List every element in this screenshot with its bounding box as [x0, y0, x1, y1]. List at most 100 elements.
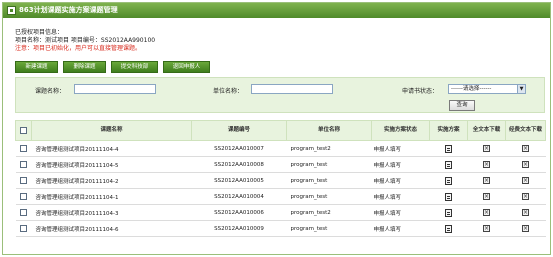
row-checkbox[interactable] — [20, 209, 27, 216]
main-panel: 863计划课题实施方案课题管理 已授权项目信息： 项目名称：测试项目 项目编号：… — [2, 2, 551, 255]
row-checkbox[interactable] — [20, 145, 27, 152]
fulltext-cell: × — [467, 172, 506, 189]
warning-text: 注意：项目已初始化，用户可以直接管理课题。 — [15, 45, 142, 52]
col-unit-name: 单位名称 — [286, 120, 372, 141]
page-title: 863计划课题实施方案课题管理 — [19, 6, 118, 14]
search-panel: 课题名称： 单位名称： 申请书状态： ------请选择------ ▼ 查询 — [15, 77, 545, 113]
plan-cell — [429, 156, 468, 173]
delete-topic-button[interactable]: 删除课题 — [63, 61, 106, 73]
table-row[interactable]: 咨询管理组测试项目20111104-3 SS2012AA010006 program… — [15, 204, 546, 221]
unit-name-input[interactable] — [251, 84, 333, 94]
status-selected-value: ------请选择------ — [451, 86, 492, 92]
topic-name-input[interactable] — [74, 84, 156, 94]
chevron-down-icon[interactable]: ▼ — [517, 85, 525, 93]
col-topic-code: 课题编号 — [191, 120, 287, 141]
topic-name-cell: 咨询管理组测试项目20111104-3 — [31, 204, 192, 221]
row-checkbox[interactable] — [20, 177, 27, 184]
fulltext-download-icon[interactable]: × — [483, 209, 490, 216]
window-icon — [7, 6, 16, 15]
plan-status-cell: 申报人填写 — [371, 188, 430, 205]
title-bar: 863计划课题实施方案课题管理 — [3, 3, 550, 18]
new-topic-button[interactable]: 新建课题 — [15, 61, 58, 73]
select-all-header — [15, 120, 32, 141]
topic-name-cell: 咨询管理组测试项目20111104-5 — [31, 156, 192, 173]
topic-code-cell: SS2012AA010007 — [191, 140, 287, 157]
budget-cell: × — [505, 220, 546, 237]
budget-cell: × — [505, 188, 546, 205]
table-row[interactable]: 咨询管理组测试项目20111104-6 SS2012AA010009 program… — [15, 220, 546, 237]
unit-name-cell: program_test — [286, 188, 372, 205]
topic-name-cell: 咨询管理组测试项目20111104-2 — [31, 172, 192, 189]
budget-download-icon[interactable]: × — [522, 209, 529, 216]
return-applicant-button[interactable]: 退回申报人 — [163, 61, 210, 73]
table-row[interactable]: 咨询管理组测试项目20111104-5 SS2012AA010008 program… — [15, 156, 546, 173]
fulltext-download-icon[interactable]: × — [483, 193, 490, 200]
plan-status-cell: 申报人填写 — [371, 156, 430, 173]
fulltext-download-icon[interactable]: × — [483, 177, 490, 184]
unit-name-cell: program_test2 — [286, 140, 372, 157]
budget-download-icon[interactable]: × — [522, 177, 529, 184]
status-select[interactable]: ------请选择------ ▼ — [448, 84, 526, 94]
plan-status-cell: 申报人填写 — [371, 220, 430, 237]
status-label: 申请书状态： — [402, 88, 439, 95]
info-heading: 已授权项目信息： — [15, 29, 64, 36]
unit-name-cell: program_test — [286, 156, 372, 173]
fulltext-download-icon[interactable]: × — [483, 225, 490, 232]
row-checkbox[interactable] — [20, 161, 27, 168]
edit-plan-icon[interactable] — [445, 224, 452, 233]
fulltext-cell: × — [467, 220, 506, 237]
budget-download-icon[interactable]: × — [522, 161, 529, 168]
edit-plan-icon[interactable] — [445, 160, 452, 169]
budget-download-icon[interactable]: × — [522, 193, 529, 200]
fulltext-download-icon[interactable]: × — [483, 145, 490, 152]
plan-status-cell: 申报人填写 — [371, 172, 430, 189]
query-button[interactable]: 查询 — [449, 100, 475, 111]
edit-plan-icon[interactable] — [445, 176, 452, 185]
edit-plan-icon[interactable] — [445, 192, 452, 201]
budget-cell: × — [505, 172, 546, 189]
budget-cell: × — [505, 156, 546, 173]
row-select-cell — [15, 140, 32, 157]
col-topic-name: 课题名称 — [31, 120, 192, 141]
fulltext-cell: × — [467, 140, 506, 157]
table-row[interactable]: 咨询管理组测试项目20111104-2 SS2012AA010005 program… — [15, 172, 546, 189]
topic-code-cell: SS2012AA010009 — [191, 220, 287, 237]
topic-code-cell: SS2012AA010008 — [191, 156, 287, 173]
unit-name-cell: program_test — [286, 172, 372, 189]
edit-plan-icon[interactable] — [445, 208, 452, 217]
submit-ministry-button[interactable]: 提交科技部 — [111, 61, 158, 73]
topic-name-cell: 咨询管理组测试项目20111104-4 — [31, 140, 192, 157]
select-all-checkbox[interactable] — [20, 126, 27, 134]
col-fulltext-download: 全文本下载 — [467, 120, 506, 141]
fulltext-cell: × — [467, 204, 506, 221]
table-header-row: 课题名称 课题编号 单位名称 实施方案状态 实施方案 全文本下载 经费文本下载 — [15, 120, 546, 141]
topics-table: 课题名称 课题编号 单位名称 实施方案状态 实施方案 全文本下载 经费文本下载 … — [15, 120, 546, 237]
edit-plan-icon[interactable] — [445, 144, 452, 153]
row-select-cell — [15, 204, 32, 221]
topic-code-cell: SS2012AA010005 — [191, 172, 287, 189]
col-plan-status: 实施方案状态 — [371, 120, 430, 141]
table-row[interactable]: 咨询管理组测试项目20111104-1 SS2012AA010004 program… — [15, 188, 546, 205]
plan-cell — [429, 220, 468, 237]
budget-download-icon[interactable]: × — [522, 225, 529, 232]
col-budget-download: 经费文本下载 — [505, 120, 546, 141]
row-checkbox[interactable] — [20, 193, 27, 200]
topic-name-cell: 咨询管理组测试项目20111104-6 — [31, 220, 192, 237]
row-select-cell — [15, 188, 32, 205]
table-row[interactable]: 咨询管理组测试项目20111104-4 SS2012AA010007 program… — [15, 140, 546, 157]
plan-cell — [429, 204, 468, 221]
row-checkbox[interactable] — [20, 225, 27, 232]
plan-status-cell: 申报人填写 — [371, 204, 430, 221]
budget-download-icon[interactable]: × — [522, 145, 529, 152]
plan-cell — [429, 140, 468, 157]
col-plan: 实施方案 — [429, 120, 468, 141]
fulltext-cell: × — [467, 156, 506, 173]
unit-name-cell: program_test — [286, 220, 372, 237]
budget-cell: × — [505, 204, 546, 221]
fulltext-download-icon[interactable]: × — [483, 161, 490, 168]
budget-cell: × — [505, 140, 546, 157]
plan-status-cell: 申报人填写 — [371, 140, 430, 157]
unit-name-label: 单位名称： — [213, 88, 244, 95]
row-select-cell — [15, 156, 32, 173]
topic-name-cell: 咨询管理组测试项目20111104-1 — [31, 188, 192, 205]
